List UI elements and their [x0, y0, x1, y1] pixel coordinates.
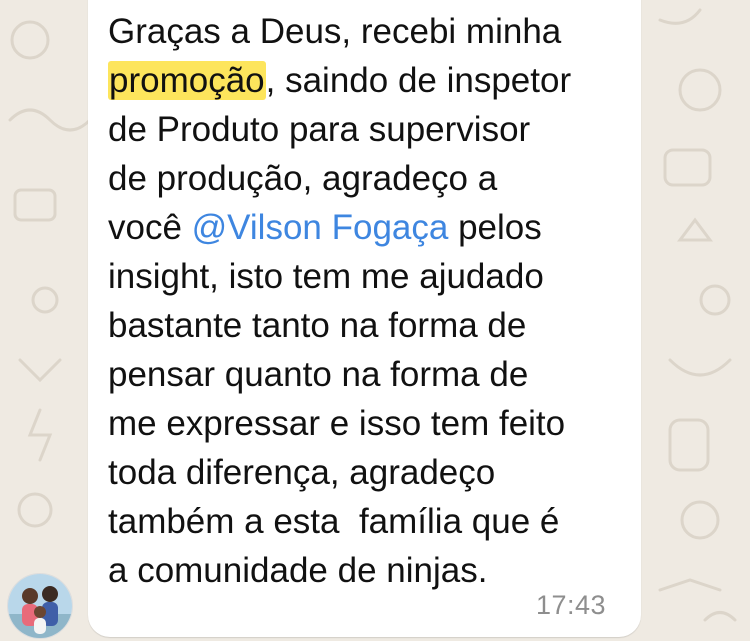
message-timestamp: 17:43 — [536, 590, 607, 620]
message-line: me expressar e isso tem feito — [108, 404, 566, 443]
message-line: a comunidade de ninjas. — [108, 551, 488, 590]
user-mention-link[interactable]: @Vilson Fogaça — [192, 208, 449, 247]
profile-photo-icon — [8, 574, 72, 638]
message-line: de Produto para supervisor — [108, 110, 531, 149]
message-line: bastante tanto na forma de — [108, 306, 527, 345]
highlighted-word: promoção — [108, 61, 266, 100]
message-line: toda diferença, agradeço — [108, 453, 496, 492]
message-line: também a esta família que é — [108, 502, 560, 541]
message-line: promoção, saindo de inspetor — [108, 61, 572, 100]
message-line: você @Vilson Fogaça pelos — [108, 208, 542, 247]
sender-avatar[interactable] — [7, 573, 73, 639]
message-text: Graças a Deus, recebi minha promoção, sa… — [108, 7, 628, 595]
message-line: pensar quanto na forma de — [108, 355, 529, 394]
message-line: insight, isto tem me ajudado — [108, 257, 544, 296]
message-line: Graças a Deus, recebi minha — [108, 12, 562, 51]
message-line: de produção, agradeço a — [108, 159, 498, 198]
